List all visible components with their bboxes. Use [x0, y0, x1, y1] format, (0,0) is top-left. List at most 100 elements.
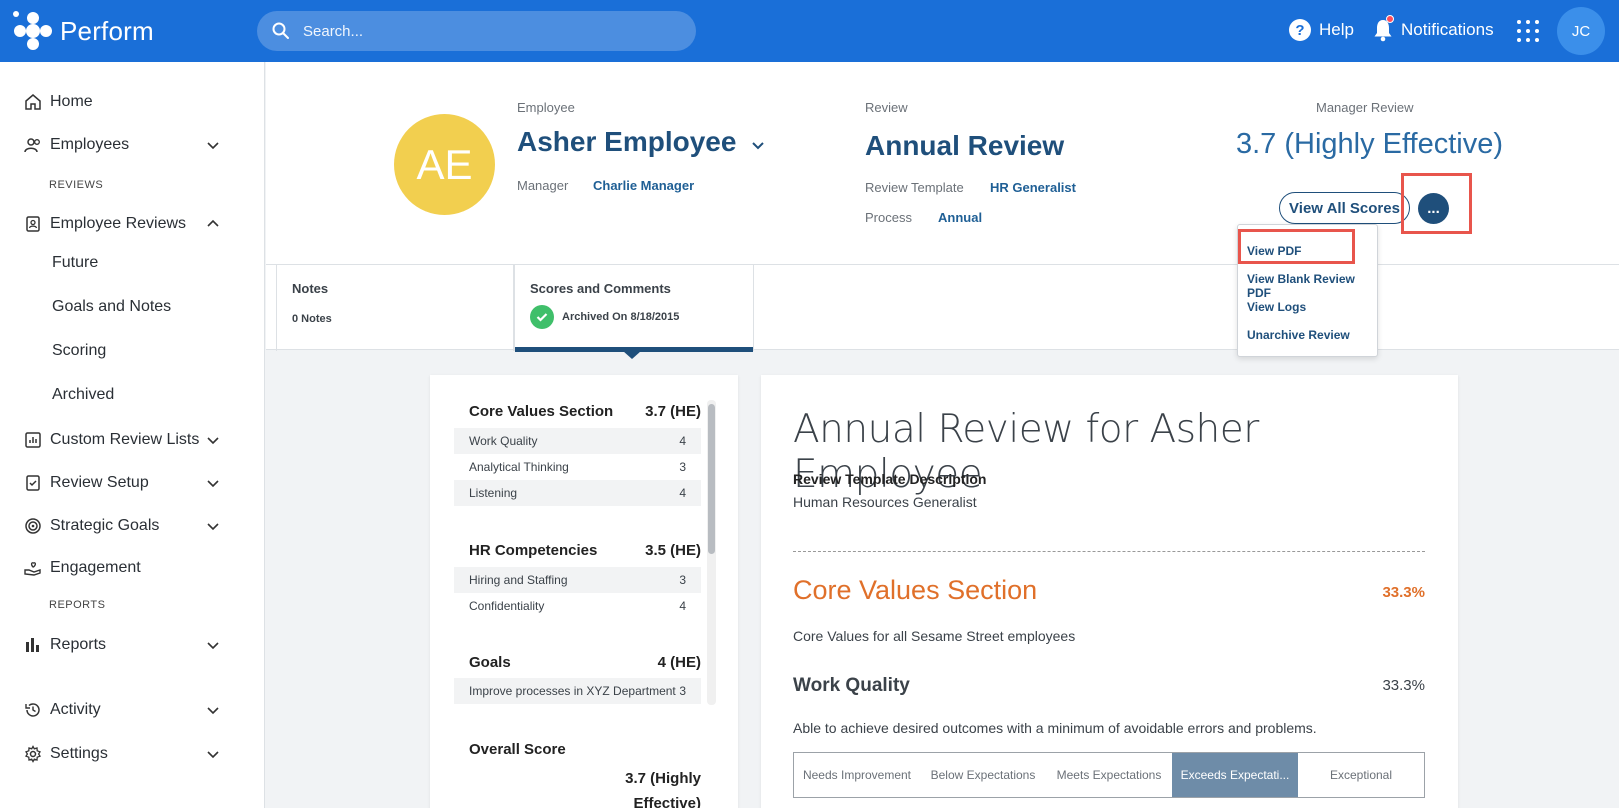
sidebar-subitem-scoring[interactable]: Scoring [52, 342, 106, 360]
sidebar-item-settings[interactable]: Settings [24, 742, 108, 766]
section-heading[interactable]: Core Values Section [469, 403, 613, 420]
score-panel-scrollbar[interactable] [707, 400, 716, 705]
manager-review-label: Manager Review [1316, 100, 1414, 115]
people-icon [24, 138, 40, 153]
sidebar-item-strategic-goals[interactable]: Strategic Goals [24, 514, 159, 538]
sidebar-item-employees[interactable]: Employees [24, 133, 129, 157]
notifications-button[interactable]: Notifications [1372, 15, 1494, 42]
rating-option[interactable]: Below Expectations [920, 753, 1046, 797]
score-row-label: Work Quality [469, 434, 538, 448]
archived-date: Archived On 8/18/2015 [562, 311, 680, 323]
chevron-up-icon[interactable] [205, 216, 221, 232]
chevron-down-icon[interactable] [205, 746, 221, 762]
score-row[interactable]: Hiring and Staffing 3 [454, 567, 701, 593]
score-row[interactable]: Work Quality 4 [454, 428, 701, 454]
sidebar-item-engagement[interactable]: Engagement [24, 556, 141, 580]
rating-option[interactable]: Meets Expectations [1046, 753, 1172, 797]
section-score: 4 (HE) [657, 654, 701, 671]
highlight-box [1401, 173, 1472, 234]
chevron-down-icon[interactable] [205, 702, 221, 718]
sidebar-subitem-archived[interactable]: Archived [52, 386, 114, 404]
manager-link[interactable]: Charlie Manager [593, 178, 694, 193]
score-row-label: Listening [469, 486, 518, 500]
employee-label: Employee [517, 100, 575, 115]
section-heading[interactable]: Goals [469, 654, 511, 671]
section-heading[interactable]: HR Competencies [469, 542, 597, 559]
perform-logo-icon [13, 11, 52, 50]
top-bar: Perform ? Help Notifications JC [0, 0, 1619, 62]
score-row[interactable]: Improve processes in XYZ Department 3 [454, 678, 701, 704]
manager-label: Manager [517, 178, 569, 193]
view-all-scores-button[interactable]: View All Scores [1279, 192, 1410, 224]
sidebar-item-label: Employee Reviews [50, 215, 187, 232]
score-row-value: 3 [679, 573, 686, 587]
template-description-value: Human Resources Generalist [793, 494, 977, 510]
score-row-label: Confidentiality [469, 599, 545, 613]
search-bar[interactable] [257, 11, 696, 51]
template-description-label: Review Template Description [793, 471, 987, 487]
menu-item-unarchive-review[interactable]: Unarchive Review [1247, 328, 1350, 342]
help-button[interactable]: ? Help [1289, 19, 1354, 41]
score-row[interactable]: Analytical Thinking 3 [454, 454, 701, 480]
search-input[interactable] [303, 22, 663, 40]
tab-subtitle: 0 Notes [292, 313, 332, 325]
sidebar-item-activity[interactable]: Activity [24, 698, 101, 722]
chevron-down-icon[interactable] [750, 138, 766, 154]
help-icon: ? [1289, 19, 1311, 41]
review-header: AE Employee Asher Employee Manager Charl… [266, 62, 1619, 264]
rating-option[interactable]: Exceptional [1298, 753, 1424, 797]
section-score: 3.7 (HE) [645, 403, 701, 420]
bar-chart-icon [26, 638, 39, 652]
sidebar-item-label: Reports [50, 636, 107, 653]
sidebar-subitem-goals-and-notes[interactable]: Goals and Notes [52, 298, 171, 316]
user-avatar[interactable]: JC [1557, 7, 1605, 55]
sidebar-section-reviews: REVIEWS [49, 179, 104, 191]
chevron-down-icon[interactable] [205, 518, 221, 534]
score-row-label: Hiring and Staffing [469, 573, 568, 587]
scrollbar-thumb[interactable] [708, 404, 715, 554]
chevron-down-icon[interactable] [205, 137, 221, 153]
sidebar-item-review-setup[interactable]: Review Setup [24, 471, 149, 495]
gear-icon [25, 745, 41, 763]
sidebar-item-label: Strategic Goals [50, 517, 160, 534]
rating-option[interactable]: Needs Improvement [794, 753, 920, 797]
manager-review-score: 3.7 (Highly Effective) [1236, 128, 1504, 160]
help-label: Help [1319, 20, 1354, 39]
chevron-down-icon[interactable] [205, 475, 221, 491]
sidebar-item-label: Review Setup [50, 474, 149, 491]
score-row-label: Improve processes in XYZ Department [469, 684, 676, 698]
template-link[interactable]: HR Generalist [990, 180, 1076, 195]
sidebar-item-label: Custom Review Lists [50, 431, 200, 448]
chevron-down-icon[interactable] [205, 637, 221, 653]
app-logo[interactable]: Perform [10, 8, 154, 54]
section-score: 3.5 (HE) [645, 542, 701, 559]
rating-option[interactable]: Exceeds Expectati... [1172, 753, 1298, 797]
apps-grid-icon[interactable] [1517, 20, 1539, 42]
sidebar-item-home[interactable]: Home [24, 90, 93, 114]
tab-scores-and-comments[interactable]: Scores and Comments Archived On 8/18/201… [514, 265, 754, 359]
template-label: Review Template [865, 180, 964, 195]
sidebar-item-label: Employees [50, 136, 130, 153]
active-tab-caret [623, 351, 641, 359]
chevron-down-icon[interactable] [205, 432, 221, 448]
score-row[interactable]: Confidentiality 4 [454, 593, 701, 619]
employee-name: Asher Employee [517, 126, 737, 157]
tab-subtitle: Archived On 8/18/2015 [530, 305, 679, 329]
sidebar-subitem-future[interactable]: Future [52, 254, 98, 272]
sidebar-item-employee-reviews[interactable]: Employee Reviews [24, 212, 186, 236]
overall-score-line: Effective) [633, 795, 701, 808]
sidebar-item-label: Engagement [50, 559, 141, 576]
sidebar-item-custom-review-lists[interactable]: Custom Review Lists [24, 428, 199, 452]
sidebar-item-label: Activity [50, 701, 101, 718]
process-link[interactable]: Annual [938, 210, 982, 225]
menu-item-view-logs[interactable]: View Logs [1247, 300, 1306, 314]
score-summary-panel: Core Values Section 3.7 (HE) Work Qualit… [430, 375, 738, 808]
menu-item-view-blank-review-pdf[interactable]: View Blank Review PDF [1247, 272, 1377, 300]
home-icon [25, 94, 41, 110]
app-name: Perform [60, 15, 154, 46]
score-row-value: 4 [679, 486, 686, 500]
score-row[interactable]: Listening 4 [454, 480, 701, 506]
sidebar-item-reports[interactable]: Reports [24, 633, 106, 657]
tab-notes[interactable]: Notes 0 Notes [276, 265, 514, 351]
process-label: Process [865, 210, 912, 225]
